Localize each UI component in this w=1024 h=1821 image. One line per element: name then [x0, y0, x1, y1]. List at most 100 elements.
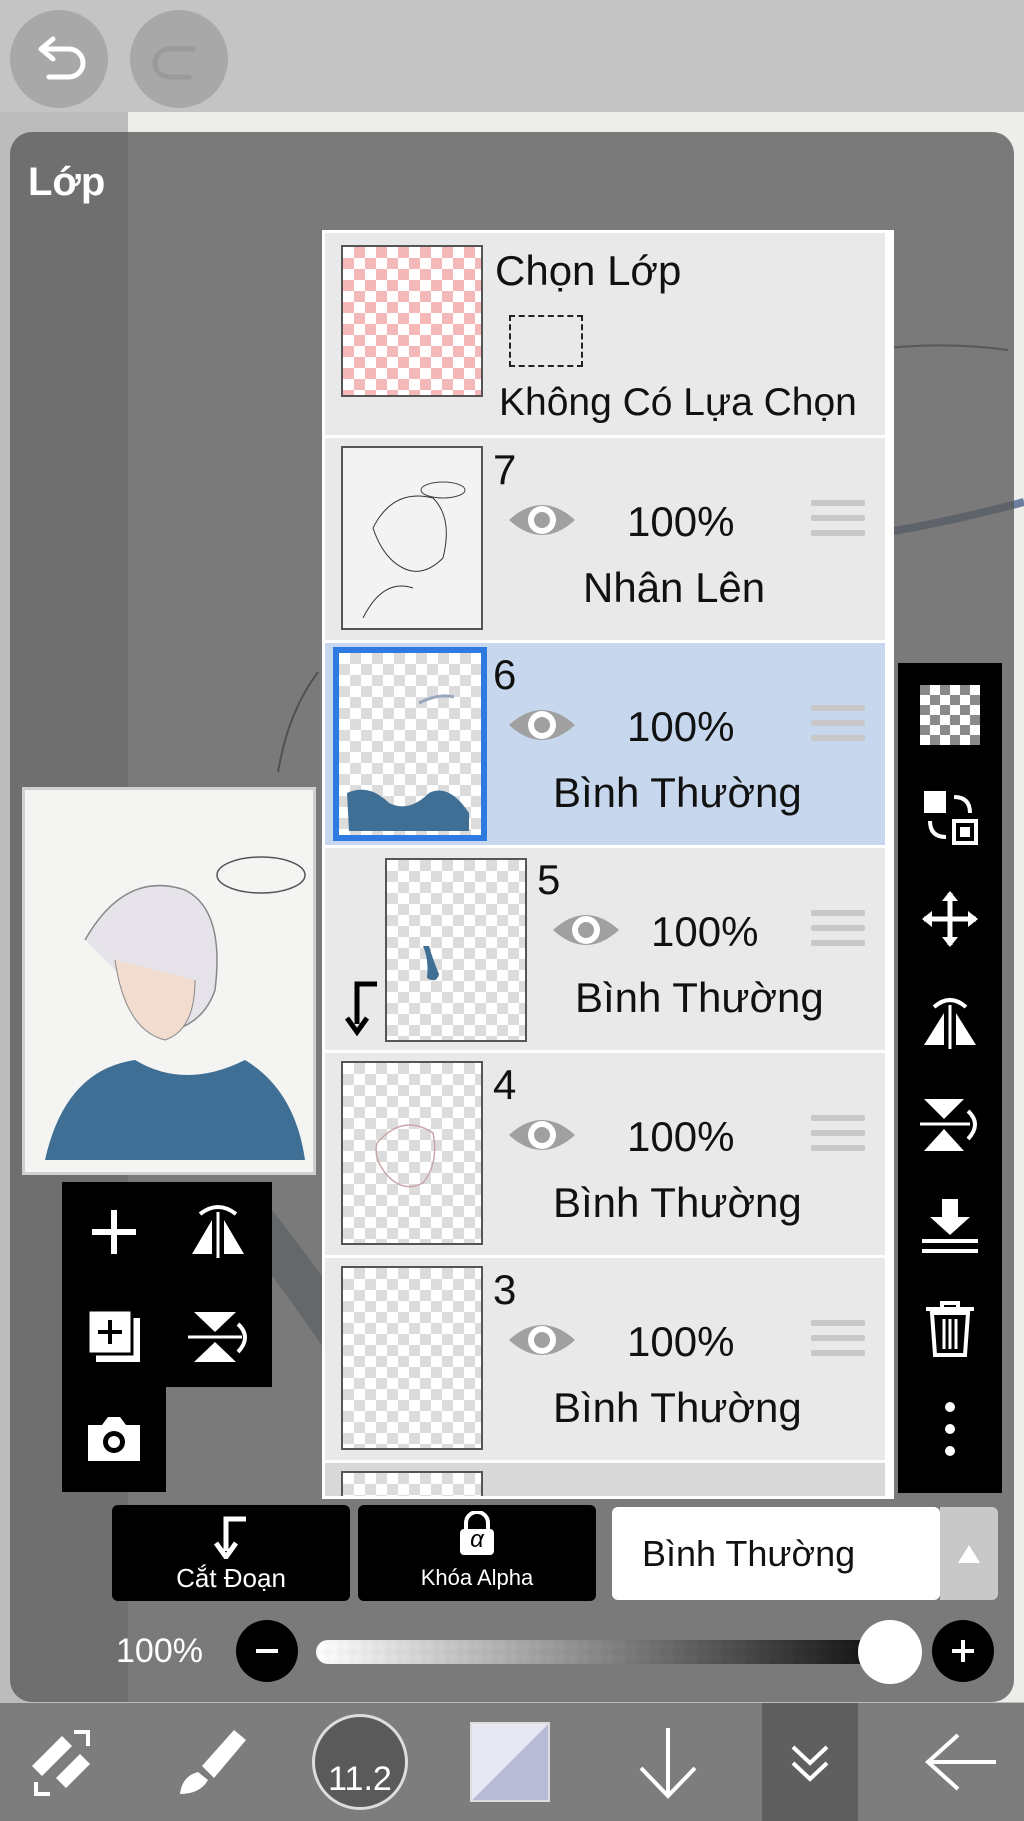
layer-number: 3	[493, 1266, 517, 1313]
undo-button[interactable]	[10, 10, 108, 108]
layer-actions-toolbar	[898, 663, 1002, 1493]
chevron-double-down-icon	[791, 1745, 829, 1782]
brush-size-value: 11.2	[328, 1760, 392, 1798]
layer-blend-mode: Bình Thường	[553, 769, 802, 816]
clipping-arrow-icon	[344, 981, 377, 1037]
brush-size-button[interactable]: 11.2	[310, 1703, 410, 1821]
layer-row-6[interactable]: 6 100% Bình Thường	[325, 643, 885, 848]
layer-thumbnail	[333, 647, 487, 841]
flip-vertical-icon	[188, 1312, 247, 1362]
opacity-slider-track[interactable]	[316, 1640, 890, 1664]
layer-row-7[interactable]: 7 100% Nhân Lên	[325, 438, 885, 643]
layer-number: 6	[493, 651, 517, 698]
opacity-increase-button[interactable]	[932, 1620, 994, 1682]
plus-icon	[92, 1210, 136, 1254]
visibility-eye-icon[interactable]	[507, 703, 577, 747]
selection-marquee-icon	[509, 315, 583, 367]
delete-layer-button[interactable]	[920, 1297, 980, 1357]
brush-tool-button[interactable]	[164, 1703, 260, 1821]
layer-row-4[interactable]: 4 100% Bình Thường	[325, 1053, 885, 1258]
visibility-eye-icon[interactable]	[507, 1113, 577, 1157]
merge-down-icon	[922, 1199, 978, 1253]
color-button[interactable]	[470, 1703, 550, 1821]
layer-opacity: 100%	[627, 703, 735, 750]
selection-thumbnail	[341, 245, 483, 397]
color-swatch	[470, 1722, 550, 1802]
trash-icon	[926, 1301, 974, 1357]
selection-layer-title: Chọn Lớp	[495, 247, 682, 294]
layer-thumbnail	[341, 1061, 483, 1245]
checkerboard-icon	[920, 685, 980, 745]
drag-handle-icon[interactable]	[811, 705, 865, 749]
arrow-down-icon	[639, 1728, 697, 1799]
clipping-icon	[213, 1516, 246, 1559]
flip-horizontal-button[interactable]	[186, 1200, 250, 1264]
visibility-eye-icon[interactable]	[507, 498, 577, 542]
duplicate-icon	[86, 1308, 140, 1362]
clipping-button[interactable]: Cắt Đoạn	[112, 1505, 350, 1601]
drag-handle-icon[interactable]	[811, 500, 865, 544]
visibility-eye-icon[interactable]	[551, 908, 621, 952]
clipping-label: Cắt Đoạn	[176, 1563, 286, 1593]
opacity-decrease-button[interactable]	[236, 1620, 298, 1682]
layer-blend-mode: Bình Thường	[553, 1384, 802, 1431]
move-icon	[922, 891, 978, 947]
redo-icon	[152, 46, 196, 80]
redo-button[interactable]	[130, 10, 228, 108]
drag-handle-icon[interactable]	[811, 910, 865, 954]
layer-opacity: 100%	[627, 1113, 735, 1160]
layer-number: 5	[537, 856, 561, 903]
back-button[interactable]	[912, 1703, 1012, 1821]
flip-horizontal-layer-button[interactable]	[920, 991, 980, 1051]
layer-thumbnail	[341, 1471, 483, 1496]
panel-title: Lớp	[28, 160, 106, 204]
blend-mode-select[interactable]: Bình Thường	[612, 1507, 940, 1600]
layer-down-button[interactable]	[620, 1703, 716, 1821]
canvas-preview[interactable]	[22, 787, 316, 1175]
flip-vertical-layer-button[interactable]	[920, 1093, 980, 1153]
duplicate-layer-button[interactable]	[82, 1304, 146, 1368]
transparent-background-button[interactable]	[920, 685, 980, 745]
merge-down-button[interactable]	[920, 1195, 980, 1255]
layer-row-partial[interactable]	[325, 1463, 885, 1496]
layer-row-3[interactable]: 3 100% Bình Thường	[325, 1258, 885, 1463]
camera-button[interactable]	[82, 1407, 146, 1471]
layer-opacity: 100%	[627, 1318, 735, 1365]
flip-horizontal-icon	[924, 998, 976, 1049]
selection-status: Không Có Lựa Chọn	[499, 381, 857, 424]
opacity-slider-knob[interactable]	[858, 1620, 922, 1684]
layer-thumbnail	[385, 858, 527, 1042]
transform-icon	[32, 1730, 90, 1796]
layer-row-5[interactable]: 5 100% Bình Thường	[325, 848, 885, 1053]
layer-panel-toggle-button[interactable]	[762, 1703, 858, 1821]
more-options-button[interactable]	[920, 1399, 980, 1459]
layer-thumbnail	[341, 1266, 483, 1450]
camera-icon	[88, 1417, 140, 1461]
blend-mode-dropdown-button[interactable]	[940, 1507, 998, 1600]
selection-layer-row[interactable]: Chọn Lớp Không Có Lựa Chọn	[325, 233, 885, 438]
brush-icon	[180, 1730, 246, 1794]
add-layer-button[interactable]	[82, 1200, 146, 1264]
drag-handle-icon[interactable]	[811, 1115, 865, 1159]
swap-icon	[924, 791, 978, 845]
move-button[interactable]	[920, 889, 980, 949]
more-vertical-icon	[945, 1402, 955, 1456]
layer-thumbnail	[341, 446, 483, 630]
alpha-lock-label: Khóa Alpha	[420, 1565, 534, 1590]
flip-vertical-button[interactable]	[186, 1304, 250, 1368]
transform-tool-button[interactable]	[14, 1703, 110, 1821]
alpha-lock-button[interactable]: α Khóa Alpha	[358, 1505, 596, 1601]
swap-layers-button[interactable]	[920, 787, 980, 847]
plus-icon	[952, 1640, 974, 1662]
blend-mode-value: Bình Thường	[642, 1533, 856, 1574]
alpha-symbol: α	[470, 1526, 484, 1553]
layer-list[interactable]: Chọn Lớp Không Có Lựa Chọn 7 100% Nhân L…	[322, 230, 894, 1499]
opacity-label: 100%	[116, 1632, 203, 1670]
layer-blend-mode: Nhân Lên	[583, 564, 766, 611]
layer-tools	[62, 1182, 272, 1387]
layer-opacity: 100%	[627, 498, 735, 545]
layer-number: 7	[493, 446, 517, 493]
visibility-eye-icon[interactable]	[507, 1318, 577, 1362]
minus-icon	[256, 1649, 278, 1653]
drag-handle-icon[interactable]	[811, 1320, 865, 1364]
